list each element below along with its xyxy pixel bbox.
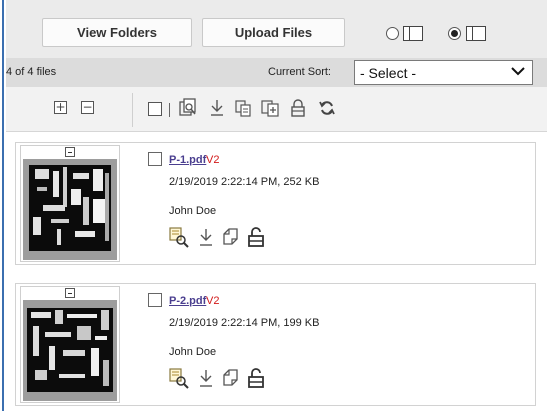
file-select-checkbox[interactable] xyxy=(148,293,162,307)
lock-open-icon[interactable] xyxy=(245,226,267,248)
file-card: P-1.pdf V2 2/19/2019 2:22:14 PM, 252 KB … xyxy=(15,142,536,265)
file-select-checkbox[interactable] xyxy=(148,152,162,166)
list-layout-icon xyxy=(403,26,423,41)
copy-icon[interactable] xyxy=(220,226,242,248)
lock-icon[interactable] xyxy=(288,98,308,118)
file-name-link[interactable]: P-1.pdf xyxy=(169,154,206,166)
toolbar-divider xyxy=(132,93,133,127)
copy-icon[interactable] xyxy=(233,98,253,118)
select-all-checkbox[interactable] xyxy=(148,102,162,116)
file-owner: John Doe xyxy=(169,346,217,358)
file-name-link[interactable]: P-2.pdf xyxy=(169,295,206,307)
download-icon[interactable] xyxy=(195,226,217,248)
preview-icon[interactable] xyxy=(168,367,190,389)
view-folders-button[interactable]: View Folders xyxy=(42,18,192,47)
upload-files-button[interactable]: Upload Files xyxy=(202,18,345,47)
file-owner: John Doe xyxy=(169,205,217,217)
file-meta: 2/19/2019 2:22:14 PM, 252 KB xyxy=(169,176,320,188)
pdf-preview-image xyxy=(23,300,117,401)
file-thumbnail[interactable] xyxy=(20,145,120,262)
lock-open-icon[interactable] xyxy=(245,367,267,389)
left-edge-rule xyxy=(2,0,4,411)
collapse-all-icon[interactable]: − xyxy=(81,101,94,114)
preview-icon[interactable] xyxy=(178,98,198,118)
file-thumbnail[interactable] xyxy=(20,286,120,403)
sort-label: Current Sort: xyxy=(268,66,331,78)
version-badge: V2 xyxy=(206,295,220,307)
refresh-icon[interactable] xyxy=(317,98,337,118)
collapse-icon[interactable] xyxy=(65,147,75,157)
cursor-bar-icon xyxy=(169,103,170,117)
pdf-preview-image xyxy=(23,159,117,260)
thumbnail-layout-icon xyxy=(466,26,486,41)
download-icon[interactable] xyxy=(207,98,227,118)
expand-all-icon[interactable]: + xyxy=(54,101,67,114)
file-card: P-2.pdf V2 2/19/2019 2:22:14 PM, 199 KB … xyxy=(15,283,536,406)
file-count: 4 of 4 files xyxy=(6,66,57,78)
sort-select-value: - Select - xyxy=(360,64,417,81)
action-bar: + − xyxy=(6,87,547,132)
file-meta: 2/19/2019 2:22:14 PM, 199 KB xyxy=(169,317,320,329)
chevron-down-icon xyxy=(511,65,525,80)
version-badge: V2 xyxy=(206,154,220,166)
download-icon[interactable] xyxy=(195,367,217,389)
file-browser: View Folders Upload Files 4 of 4 files C… xyxy=(0,0,547,411)
top-toolbar: View Folders Upload Files xyxy=(6,0,547,58)
thumbnail-view-radio[interactable] xyxy=(448,27,461,40)
sort-select[interactable]: - Select - xyxy=(354,60,533,85)
add-to-icon[interactable] xyxy=(260,98,280,118)
copy-icon[interactable] xyxy=(220,367,242,389)
preview-icon[interactable] xyxy=(168,226,190,248)
collapse-icon[interactable] xyxy=(65,288,75,298)
info-bar: 4 of 4 files Current Sort: - Select - xyxy=(6,58,547,87)
list-view-radio[interactable] xyxy=(386,27,399,40)
